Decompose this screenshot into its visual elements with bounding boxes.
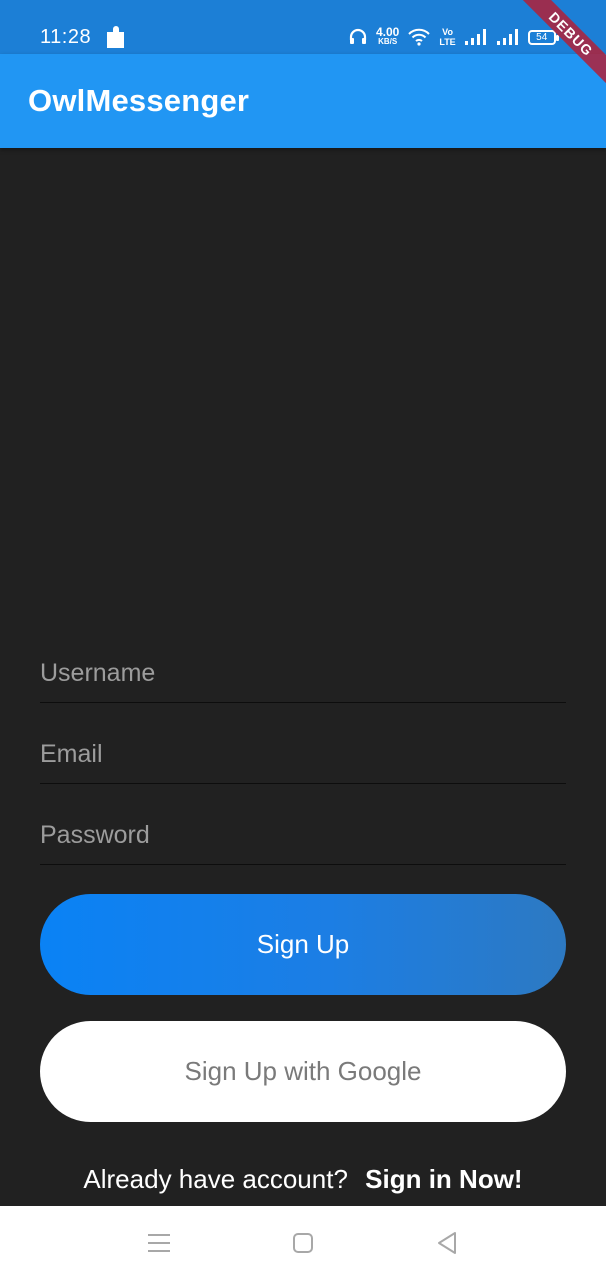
app-title: OwlMessenger bbox=[28, 83, 250, 118]
battery-icon: 54 bbox=[527, 29, 559, 45]
home-square-icon[interactable] bbox=[290, 1230, 316, 1256]
network-speed: 4.00 KB/S bbox=[376, 25, 400, 47]
status-time: 11:28 bbox=[40, 26, 92, 48]
puzzle-icon bbox=[107, 26, 124, 48]
password-field bbox=[40, 785, 566, 865]
headphones-icon bbox=[349, 28, 367, 44]
password-input[interactable] bbox=[40, 821, 566, 850]
signin-prompt: Already have account? Sign in Now! bbox=[0, 1162, 606, 1196]
sign-up-google-button[interactable]: Sign Up with Google bbox=[40, 1021, 566, 1122]
network-speed-unit: KB/S bbox=[378, 37, 398, 46]
app-screen: 11:28 4.00 KB/S Vo LTE 54 OwlMessenger D… bbox=[0, 0, 606, 1280]
email-input[interactable] bbox=[40, 740, 566, 769]
signal-icon bbox=[496, 29, 518, 45]
wifi-icon bbox=[408, 28, 431, 46]
status-bar: 11:28 4.00 KB/S Vo LTE 54 bbox=[0, 0, 606, 54]
volte-icon: Vo LTE bbox=[439, 27, 455, 47]
signal-icon bbox=[464, 29, 486, 45]
sign-up-button[interactable]: Sign Up bbox=[40, 894, 566, 995]
battery-level: 54 bbox=[536, 31, 548, 43]
network-speed-value: 4.00 bbox=[376, 25, 400, 39]
volte-bottom-label: LTE bbox=[439, 37, 456, 47]
have-account-text: Already have account? bbox=[83, 1164, 348, 1194]
username-field bbox=[40, 623, 566, 703]
system-nav-bar bbox=[0, 1206, 606, 1280]
volte-top-label: Vo bbox=[442, 27, 453, 37]
status-icons: 4.00 KB/S Vo LTE 54 bbox=[348, 24, 559, 50]
username-input[interactable] bbox=[40, 659, 566, 688]
app-bar: OwlMessenger bbox=[0, 54, 606, 148]
sign-in-link[interactable]: Sign in Now! bbox=[365, 1164, 522, 1194]
email-field bbox=[40, 704, 566, 784]
back-triangle-icon[interactable] bbox=[434, 1230, 460, 1256]
menu-icon[interactable] bbox=[146, 1230, 172, 1256]
